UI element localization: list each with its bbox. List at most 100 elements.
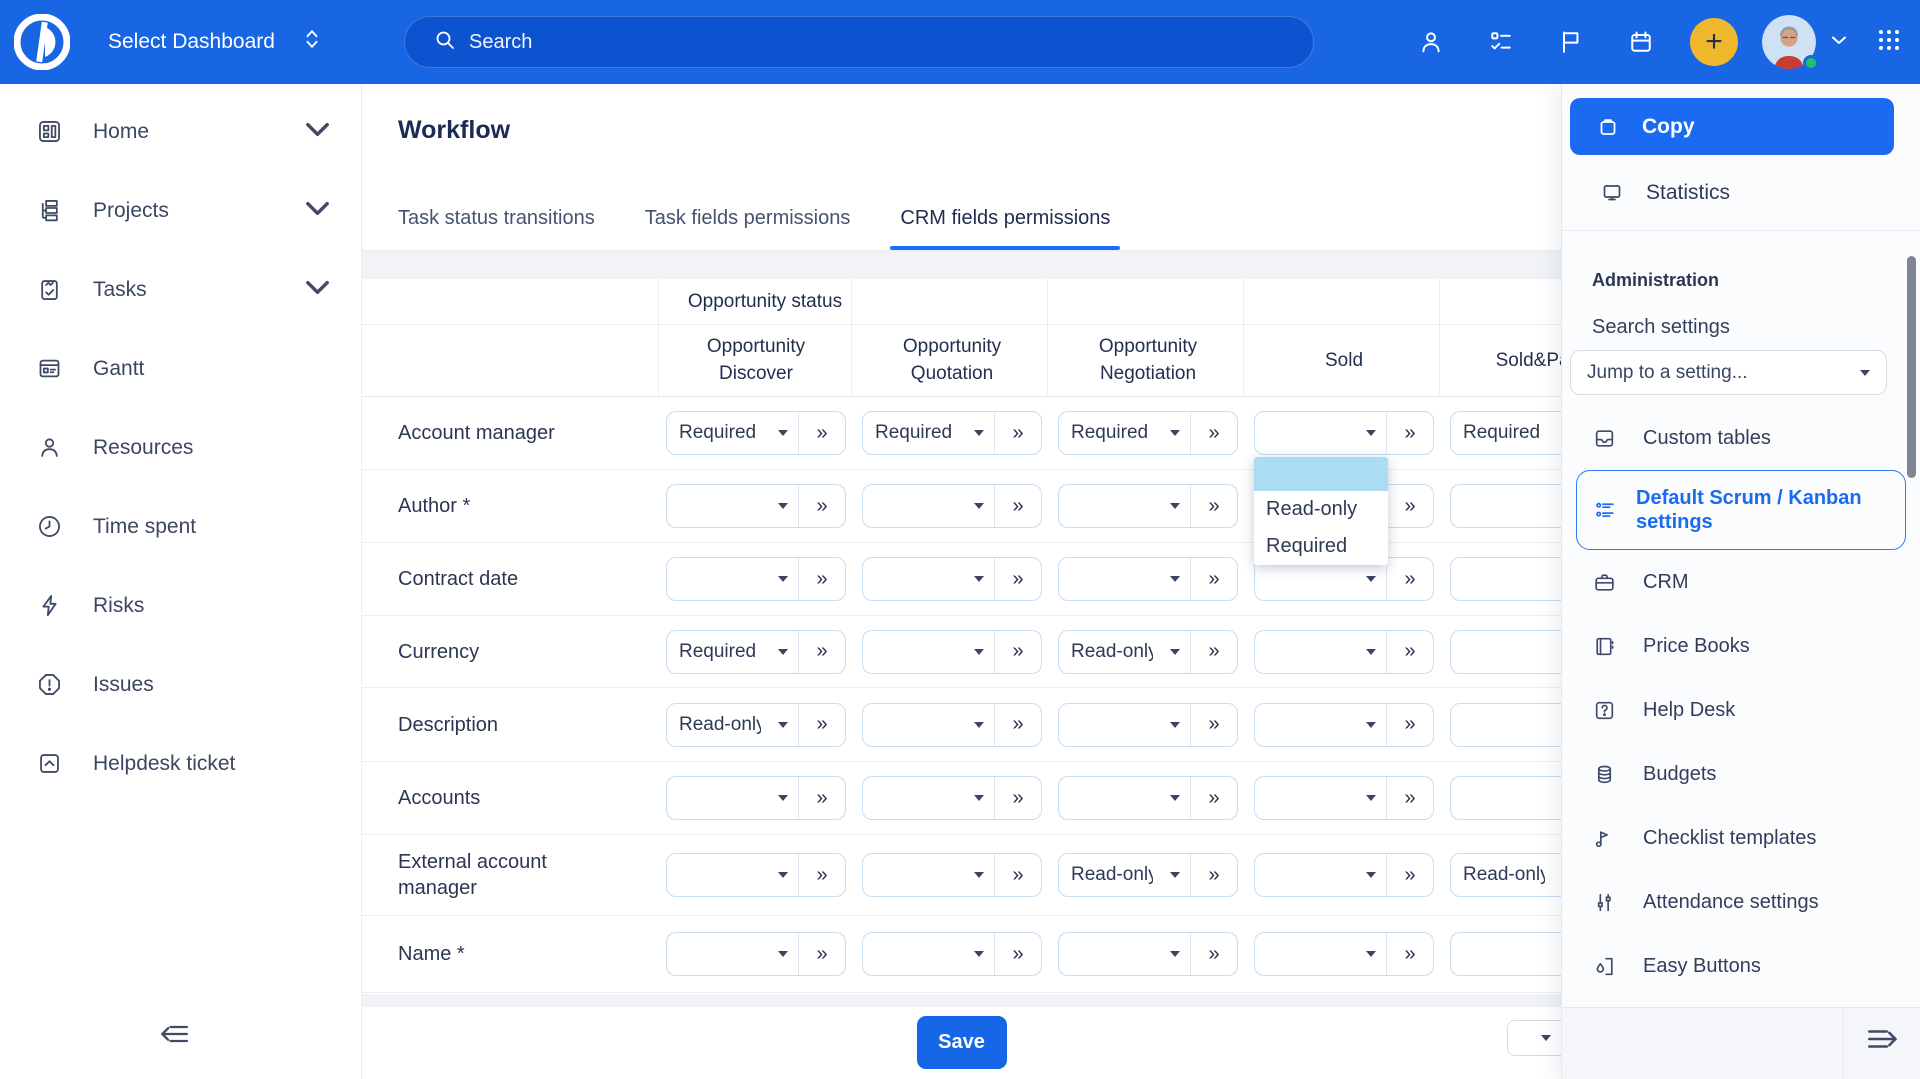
expand-panel-button[interactable] bbox=[1864, 1024, 1902, 1057]
permission-select[interactable]: Read-only bbox=[1059, 854, 1191, 896]
statistics-button[interactable]: Statistics bbox=[1570, 168, 1894, 218]
permission-select[interactable] bbox=[1451, 777, 1561, 819]
permission-select[interactable] bbox=[667, 485, 799, 527]
global-search-input[interactable]: Search bbox=[404, 16, 1314, 68]
permission-select[interactable] bbox=[863, 854, 995, 896]
apply-to-all-button[interactable]: » bbox=[799, 704, 845, 746]
permission-select[interactable] bbox=[667, 777, 799, 819]
tab-crm-fields-permissions[interactable]: CRM fields permissions bbox=[900, 207, 1110, 250]
permission-select[interactable] bbox=[1451, 485, 1561, 527]
brand-logo[interactable] bbox=[14, 14, 70, 70]
panel-scrollbar[interactable] bbox=[1907, 256, 1916, 478]
apply-to-all-button[interactable]: » bbox=[799, 631, 845, 673]
sidebar-item-resources[interactable]: Resources bbox=[0, 408, 361, 487]
permission-select[interactable] bbox=[1059, 704, 1191, 746]
checklist-icon[interactable] bbox=[1466, 28, 1536, 56]
flag-icon[interactable] bbox=[1536, 28, 1606, 56]
permission-select[interactable]: Required bbox=[667, 412, 799, 454]
permission-select[interactable] bbox=[1059, 485, 1191, 527]
apply-to-all-button[interactable]: » bbox=[1191, 412, 1237, 454]
chevron-down-icon[interactable] bbox=[1830, 33, 1848, 51]
select-option-required[interactable]: Required bbox=[1254, 528, 1388, 565]
permission-select[interactable] bbox=[1255, 933, 1387, 975]
sidebar-item-helpdesk-ticket[interactable]: Helpdesk ticket bbox=[0, 724, 361, 803]
permission-select[interactable]: Required bbox=[863, 412, 995, 454]
apply-to-all-button[interactable]: » bbox=[1191, 558, 1237, 600]
settings-item-budgets[interactable]: Budgets bbox=[1562, 742, 1920, 806]
permission-select[interactable]: Read-only bbox=[1451, 854, 1561, 896]
select-option-empty[interactable] bbox=[1254, 457, 1388, 491]
collapse-sidebar-button[interactable] bbox=[156, 1020, 192, 1051]
jump-to-setting-select[interactable]: Jump to a setting... bbox=[1570, 350, 1887, 395]
apply-to-all-button[interactable]: » bbox=[799, 485, 845, 527]
permission-select[interactable] bbox=[667, 558, 799, 600]
apply-to-all-button[interactable]: » bbox=[799, 777, 845, 819]
permission-select[interactable] bbox=[1059, 933, 1191, 975]
permission-select[interactable] bbox=[1059, 777, 1191, 819]
apply-to-all-button[interactable]: » bbox=[995, 704, 1041, 746]
apply-to-all-button[interactable]: » bbox=[1191, 777, 1237, 819]
permission-select[interactable] bbox=[1451, 631, 1561, 673]
settings-item-attendance-settings[interactable]: Attendance settings bbox=[1562, 870, 1920, 934]
avatar[interactable] bbox=[1762, 15, 1816, 69]
sidebar-item-tasks[interactable]: Tasks bbox=[0, 250, 361, 329]
calendar-icon[interactable] bbox=[1606, 28, 1676, 56]
permission-select[interactable] bbox=[1451, 558, 1561, 600]
tab-task-status-transitions[interactable]: Task status transitions bbox=[398, 207, 595, 250]
apply-to-all-button[interactable]: » bbox=[1191, 485, 1237, 527]
permission-select[interactable] bbox=[863, 558, 995, 600]
permission-select[interactable]: Read-only bbox=[1059, 631, 1191, 673]
apply-to-all-button[interactable]: » bbox=[799, 558, 845, 600]
apply-to-all-button[interactable]: » bbox=[799, 412, 845, 454]
settings-item-default-scrum-kanban[interactable]: Default Scrum / Kanban settings bbox=[1576, 470, 1906, 550]
permission-select[interactable] bbox=[863, 777, 995, 819]
permission-select[interactable] bbox=[1255, 777, 1387, 819]
permission-select[interactable] bbox=[1451, 933, 1561, 975]
apply-to-all-button[interactable]: » bbox=[995, 777, 1041, 819]
settings-item-custom-tables[interactable]: Custom tables bbox=[1562, 406, 1920, 470]
chevron-down-icon[interactable] bbox=[304, 195, 331, 227]
copy-button[interactable]: Copy bbox=[1570, 98, 1894, 155]
apply-to-all-button[interactable]: » bbox=[1191, 933, 1237, 975]
sidebar-item-time-spent[interactable]: Time spent bbox=[0, 487, 361, 566]
sidebar-item-projects[interactable]: Projects bbox=[0, 171, 361, 250]
apply-to-all-button[interactable]: » bbox=[995, 631, 1041, 673]
permission-select[interactable] bbox=[1255, 854, 1387, 896]
settings-item-price-books[interactable]: Price Books bbox=[1562, 614, 1920, 678]
apply-to-all-button[interactable]: » bbox=[1387, 854, 1433, 896]
permission-select[interactable] bbox=[667, 933, 799, 975]
settings-item-checklist-templates[interactable]: Checklist templates bbox=[1562, 806, 1920, 870]
apps-grid-icon[interactable] bbox=[1876, 27, 1902, 58]
permission-select[interactable]: Read-only bbox=[667, 704, 799, 746]
permission-select[interactable]: Required bbox=[667, 631, 799, 673]
sidebar-item-gantt[interactable]: Gantt bbox=[0, 329, 361, 408]
permission-select[interactable] bbox=[1059, 558, 1191, 600]
permission-select[interactable] bbox=[1255, 412, 1387, 454]
apply-to-all-button[interactable]: » bbox=[1191, 631, 1237, 673]
permission-select[interactable]: Required bbox=[1059, 412, 1191, 454]
apply-to-all-button[interactable]: » bbox=[1191, 854, 1237, 896]
apply-to-all-button[interactable]: » bbox=[995, 485, 1041, 527]
clipped-select[interactable] bbox=[1507, 1020, 1561, 1056]
apply-to-all-button[interactable]: » bbox=[799, 933, 845, 975]
apply-to-all-button[interactable]: » bbox=[1387, 933, 1433, 975]
apply-to-all-button[interactable]: » bbox=[1387, 704, 1433, 746]
add-new-button[interactable]: + bbox=[1690, 18, 1738, 66]
settings-item-easy-buttons[interactable]: Easy Buttons bbox=[1562, 934, 1920, 998]
select-option-read-only[interactable]: Read-only bbox=[1254, 491, 1388, 528]
apply-to-all-button[interactable]: » bbox=[995, 558, 1041, 600]
apply-to-all-button[interactable]: » bbox=[995, 412, 1041, 454]
save-button[interactable]: Save bbox=[917, 1016, 1007, 1069]
chevron-down-icon[interactable] bbox=[304, 116, 331, 148]
permission-select[interactable] bbox=[1451, 704, 1561, 746]
apply-to-all-button[interactable]: » bbox=[995, 933, 1041, 975]
permission-select[interactable] bbox=[863, 933, 995, 975]
apply-to-all-button[interactable]: » bbox=[1387, 558, 1433, 600]
dashboard-selector[interactable]: Select Dashboard bbox=[108, 0, 323, 84]
apply-to-all-button[interactable]: » bbox=[799, 854, 845, 896]
chevron-down-icon[interactable] bbox=[304, 274, 331, 306]
apply-to-all-button[interactable]: » bbox=[1387, 485, 1433, 527]
apply-to-all-button[interactable]: » bbox=[1387, 412, 1433, 454]
apply-to-all-button[interactable]: » bbox=[995, 854, 1041, 896]
permission-select[interactable] bbox=[1255, 631, 1387, 673]
